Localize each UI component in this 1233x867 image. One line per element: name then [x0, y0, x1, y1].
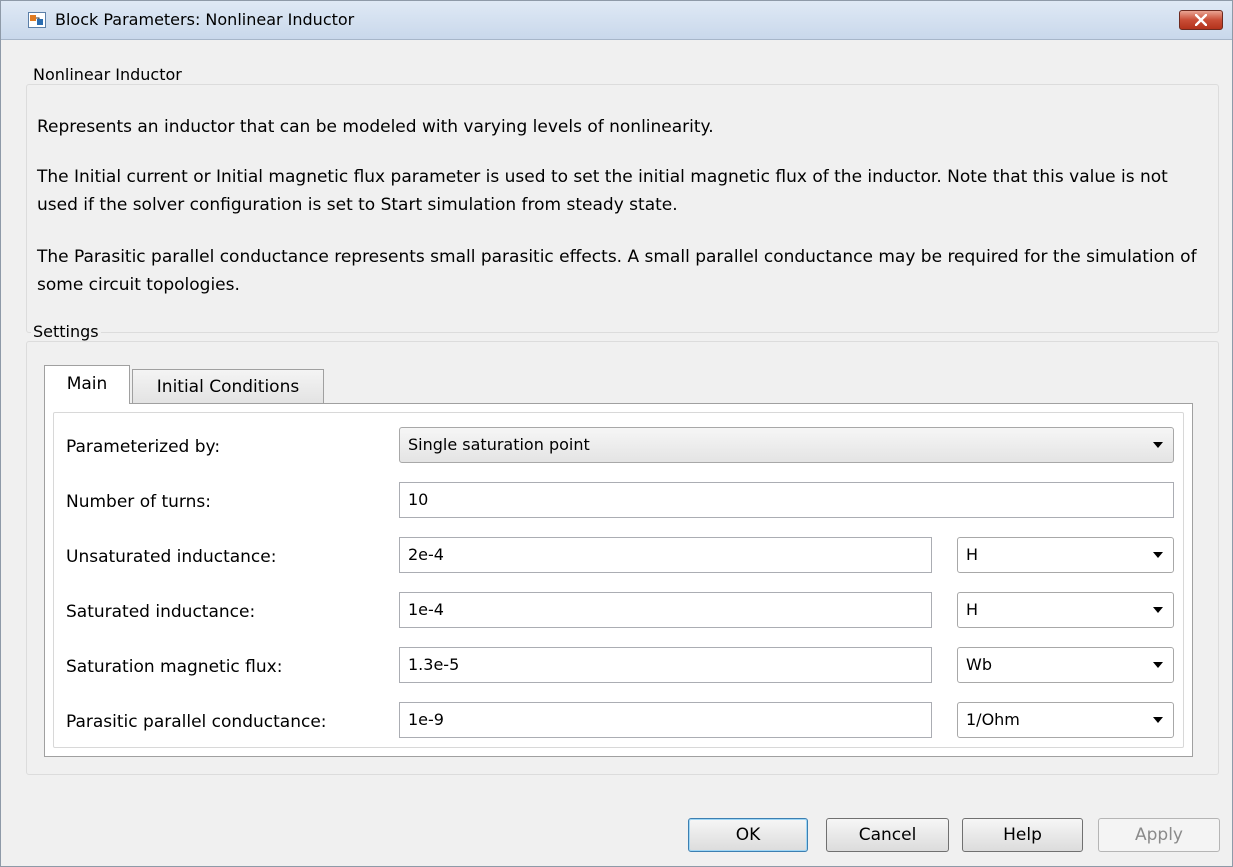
number-of-turns-label: Number of turns:	[66, 492, 211, 512]
close-button[interactable]	[1179, 10, 1223, 30]
help-button[interactable]: Help	[962, 818, 1083, 852]
parasitic-conductance-label: Parasitic parallel conductance:	[66, 712, 327, 732]
chevron-down-icon	[1153, 552, 1163, 558]
saturated-inductance-unit-dropdown[interactable]: H	[957, 592, 1174, 628]
description-paragraph-2: The Initial current or Initial magnetic …	[37, 167, 1168, 215]
saturated-inductance-unit: H	[966, 600, 979, 619]
parasitic-conductance-input[interactable]: 1e-9	[399, 702, 932, 738]
parasitic-conductance-unit-dropdown[interactable]: 1/Ohm	[957, 702, 1174, 738]
parameterized-by-value: Single saturation point	[408, 435, 590, 454]
parameterized-by-dropdown[interactable]: Single saturation point	[399, 427, 1174, 463]
unsaturated-inductance-unit-dropdown[interactable]: H	[957, 537, 1174, 573]
description-paragraph-1: Represents an inductor that can be model…	[37, 117, 714, 137]
ok-button[interactable]: OK	[688, 818, 808, 852]
saturated-inductance-input[interactable]: 1e-4	[399, 592, 932, 628]
number-of-turns-input[interactable]: 10	[399, 482, 1174, 518]
unsaturated-inductance-label: Unsaturated inductance:	[66, 547, 277, 567]
close-icon	[1195, 14, 1207, 26]
saturation-magnetic-flux-unit-dropdown[interactable]: Wb	[957, 647, 1174, 683]
parameterized-by-label: Parameterized by:	[66, 437, 221, 457]
chevron-down-icon	[1153, 607, 1163, 613]
saturated-inductance-label: Saturated inductance:	[66, 602, 256, 622]
cancel-button[interactable]: Cancel	[826, 818, 949, 852]
saturation-magnetic-flux-label: Saturation magnetic flux:	[66, 657, 283, 677]
block-parameters-dialog: Block Parameters: Nonlinear Inductor Non…	[0, 0, 1233, 867]
parasitic-conductance-unit: 1/Ohm	[966, 710, 1020, 729]
unsaturated-inductance-unit: H	[966, 545, 979, 564]
description-group-label: Nonlinear Inductor	[31, 65, 184, 84]
chevron-down-icon	[1153, 662, 1163, 668]
settings-group-label: Settings	[31, 322, 101, 341]
window-title: Block Parameters: Nonlinear Inductor	[55, 10, 355, 29]
apply-button[interactable]: Apply	[1098, 818, 1220, 852]
unsaturated-inductance-input[interactable]: 2e-4	[399, 537, 932, 573]
simulink-block-icon	[28, 12, 46, 28]
saturation-magnetic-flux-unit: Wb	[966, 655, 992, 674]
chevron-down-icon	[1153, 442, 1163, 448]
tab-initial-conditions[interactable]: Initial Conditions	[132, 369, 324, 403]
description-paragraph-3: The Parasitic parallel conductance repre…	[37, 247, 1197, 295]
tab-main[interactable]: Main	[44, 365, 130, 404]
saturation-magnetic-flux-input[interactable]: 1.3e-5	[399, 647, 932, 683]
chevron-down-icon	[1153, 717, 1163, 723]
title-bar[interactable]: Block Parameters: Nonlinear Inductor	[1, 1, 1232, 40]
